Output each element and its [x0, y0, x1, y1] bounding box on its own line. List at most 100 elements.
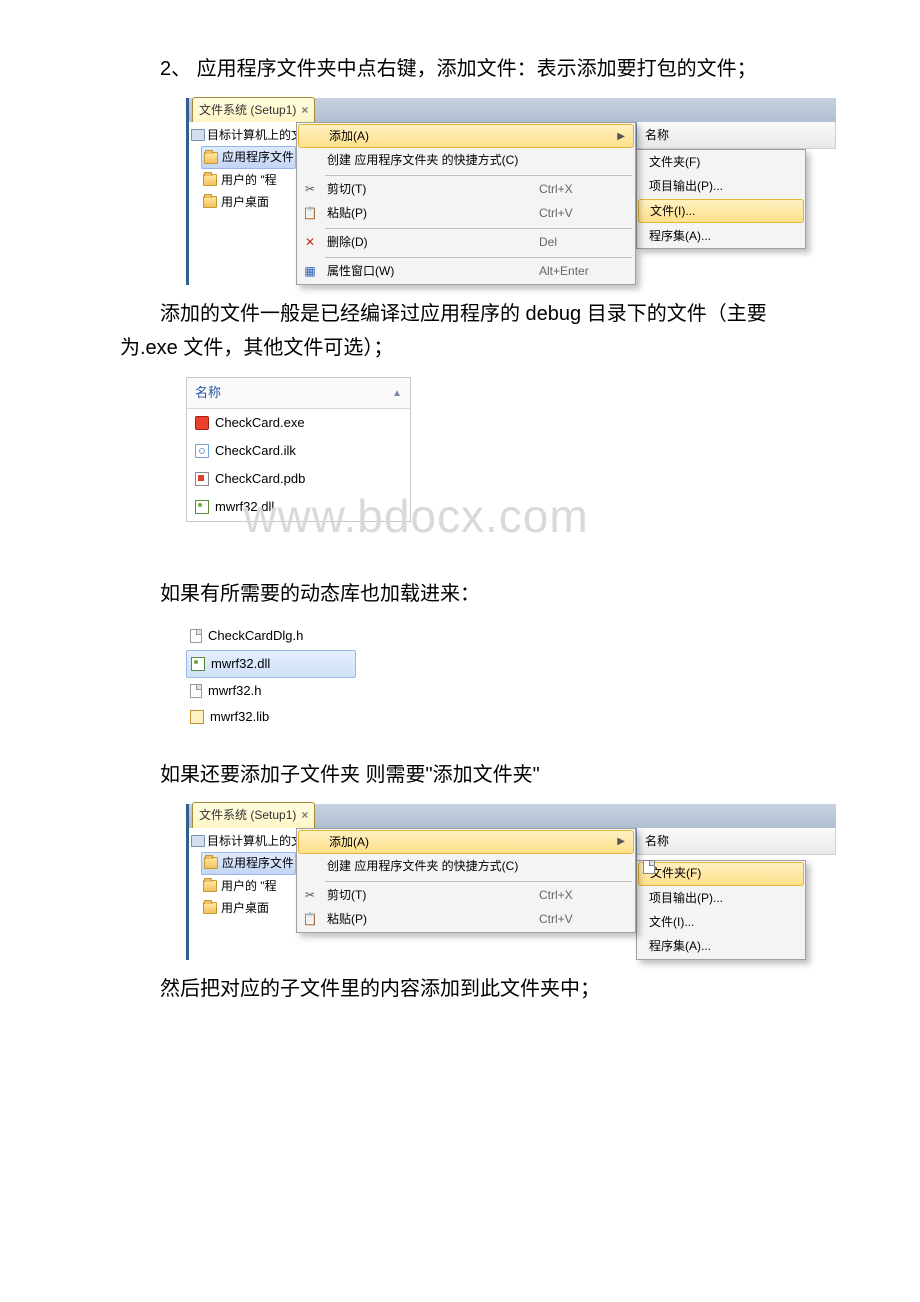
- doc-paragraph: 然后把对应的子文件里的内容添加到此文件夹中；: [120, 972, 800, 1006]
- menu-item-cut[interactable]: ✂ 剪切(T) Ctrl+X: [297, 178, 635, 202]
- dll-file-list: CheckCardDlg.h mwrf32.dll mwrf32.h mwrf3…: [186, 623, 356, 729]
- screenshot-1: 文件系统 (Setup1) × 目标计算机上的文件系统 应用程序文件夹 用户的 …: [186, 98, 836, 285]
- properties-icon: ▦: [304, 261, 315, 281]
- tree-root[interactable]: 目标计算机上的文件系统: [189, 830, 296, 852]
- submenu-item-assembly[interactable]: 程序集(A)...: [637, 935, 805, 959]
- submenu-add: 文件夹(F) 项目输出(P)... 文件(I)... 程序集(A)...: [636, 149, 806, 249]
- list-item[interactable]: CheckCard.pdb: [187, 465, 410, 493]
- column-header[interactable]: 名称: [637, 828, 836, 854]
- filelist-header-label: 名称: [195, 382, 221, 404]
- delete-icon: ✕: [305, 232, 315, 252]
- file-icon: [643, 860, 655, 874]
- menu-label: 剪切(T): [327, 179, 531, 199]
- menu-item-cut[interactable]: ✂ 剪切(T) Ctrl+X: [297, 884, 635, 908]
- submenu-item-project-output[interactable]: 项目输出(P)...: [637, 887, 805, 911]
- submenu-item-file[interactable]: 文件(I)...: [638, 199, 804, 223]
- list-item[interactable]: mwrf32.dll: [187, 493, 410, 521]
- submenu-item-project-output[interactable]: 项目输出(P)...: [637, 174, 805, 198]
- menu-item-paste[interactable]: 📋 粘贴(P) Ctrl+V: [297, 202, 635, 226]
- h-file-icon: [190, 629, 202, 643]
- computer-icon: [191, 835, 205, 847]
- paste-icon: 📋: [303, 203, 318, 223]
- menu-item-delete[interactable]: ✕ 删除(D) Del: [297, 231, 635, 255]
- doc-paragraph: 2、 应用程序文件夹中点右键，添加文件：表示添加要打包的文件；: [120, 52, 800, 86]
- tree-label: 用户桌面: [221, 898, 269, 918]
- column-header[interactable]: 名称: [637, 122, 836, 148]
- list-item[interactable]: CheckCardDlg.h: [186, 623, 356, 649]
- cut-icon: ✂: [305, 179, 315, 199]
- tree-item-user-prog[interactable]: 用户的 "程: [201, 169, 296, 191]
- file-name: mwrf32.lib: [210, 706, 269, 728]
- file-name: mwrf32.h: [208, 680, 261, 702]
- chevron-right-icon: ▶: [617, 833, 625, 850]
- close-icon[interactable]: ×: [301, 100, 308, 120]
- menu-item-add[interactable]: 添加(A) ▶: [298, 830, 634, 854]
- list-item[interactable]: mwrf32.lib: [186, 704, 356, 730]
- submenu-item-folder[interactable]: 文件夹(F): [638, 862, 804, 886]
- folder-icon: [204, 857, 218, 869]
- menu-item-properties[interactable]: ▦ 属性窗口(W) Alt+Enter: [297, 260, 635, 284]
- menu-separator: [325, 228, 632, 229]
- menu-separator: [325, 175, 632, 176]
- folder-icon: [203, 196, 217, 208]
- ilk-icon: [195, 444, 209, 458]
- menu-label: 剪切(T): [327, 885, 531, 905]
- debug-file-list: 名称 ▲ CheckCard.exe CheckCard.ilk CheckCa…: [186, 377, 411, 522]
- submenu-item-folder[interactable]: 文件夹(F): [637, 150, 805, 174]
- menu-label: 粘贴(P): [327, 909, 531, 929]
- file-name: mwrf32.dll: [211, 653, 270, 675]
- paste-icon: 📋: [303, 909, 318, 929]
- menu-shortcut: Ctrl+V: [539, 909, 619, 929]
- menu-label: 添加(A): [329, 126, 521, 146]
- menu-shortcut: Ctrl+V: [539, 203, 619, 223]
- close-icon[interactable]: ×: [301, 805, 308, 825]
- menu-item-create-shortcut[interactable]: 创建 应用程序文件夹 的快捷方式(C): [297, 149, 635, 173]
- menu-item-add[interactable]: 添加(A) ▶: [298, 124, 634, 148]
- exe-icon: [195, 416, 209, 430]
- filelist-header[interactable]: 名称 ▲: [187, 378, 410, 409]
- screenshot-2: 文件系统 (Setup1) × 目标计算机上的文件系统 应用程序文件夹 用户的 …: [186, 804, 836, 960]
- menu-label: 粘贴(P): [327, 203, 531, 223]
- tab-label: 文件系统 (Setup1): [199, 100, 296, 120]
- menu-item-create-shortcut[interactable]: 创建 应用程序文件夹 的快捷方式(C): [297, 855, 635, 879]
- menu-label: 删除(D): [327, 232, 531, 252]
- list-item[interactable]: mwrf32.dll: [186, 650, 356, 678]
- tree-item-app-folder[interactable]: 应用程序文件夹: [201, 146, 296, 168]
- file-name: CheckCardDlg.h: [208, 625, 303, 647]
- folder-icon: [203, 880, 217, 892]
- chevron-right-icon: ▶: [617, 128, 625, 145]
- context-menu: 添加(A) ▶ 创建 应用程序文件夹 的快捷方式(C) ✂ 剪切(T) Ctrl…: [296, 828, 636, 933]
- menu-label: 创建 应用程序文件夹 的快捷方式(C): [327, 856, 531, 876]
- tree-item-user-desktop[interactable]: 用户桌面: [201, 897, 296, 919]
- tab-active[interactable]: 文件系统 (Setup1) ×: [192, 97, 315, 122]
- menu-item-paste[interactable]: 📋 粘贴(P) Ctrl+V: [297, 908, 635, 932]
- tree-item-app-folder[interactable]: 应用程序文件夹: [201, 852, 296, 874]
- file-name: CheckCard.pdb: [215, 468, 305, 490]
- list-header: 名称: [637, 122, 836, 149]
- tree-root[interactable]: 目标计算机上的文件系统: [189, 124, 296, 146]
- submenu-add: 文件夹(F) 项目输出(P)... 文件(I)... 程序集(A)...: [636, 860, 806, 960]
- folder-icon: [204, 152, 218, 164]
- menu-shortcut: Ctrl+X: [539, 885, 619, 905]
- h-file-icon: [190, 684, 202, 698]
- tree-item-user-prog[interactable]: 用户的 "程: [201, 875, 296, 897]
- submenu-item-file[interactable]: 文件(I)...: [637, 911, 805, 935]
- tab-active[interactable]: 文件系统 (Setup1) ×: [192, 802, 315, 827]
- folder-icon: [203, 902, 217, 914]
- cut-icon: ✂: [305, 885, 315, 905]
- menu-separator: [325, 881, 632, 882]
- tab-label: 文件系统 (Setup1): [199, 805, 296, 825]
- dll-icon: [191, 657, 205, 671]
- tab-strip: 文件系统 (Setup1) ×: [189, 98, 836, 122]
- menu-label: 添加(A): [329, 832, 521, 852]
- context-menu: 添加(A) ▶ 创建 应用程序文件夹 的快捷方式(C) ✂ 剪切(T) Ctrl…: [296, 122, 636, 285]
- list-item[interactable]: CheckCard.exe: [187, 409, 410, 437]
- menu-label: 创建 应用程序文件夹 的快捷方式(C): [327, 150, 531, 170]
- tree-item-user-desktop[interactable]: 用户桌面: [201, 191, 296, 213]
- submenu-item-assembly[interactable]: 程序集(A)...: [637, 224, 805, 248]
- computer-icon: [191, 129, 205, 141]
- list-item[interactable]: mwrf32.h: [186, 678, 356, 704]
- list-item[interactable]: CheckCard.ilk: [187, 437, 410, 465]
- folder-icon: [203, 174, 217, 186]
- tree-pane: 目标计算机上的文件系统 应用程序文件夹 用户的 "程 用户桌面: [189, 828, 296, 960]
